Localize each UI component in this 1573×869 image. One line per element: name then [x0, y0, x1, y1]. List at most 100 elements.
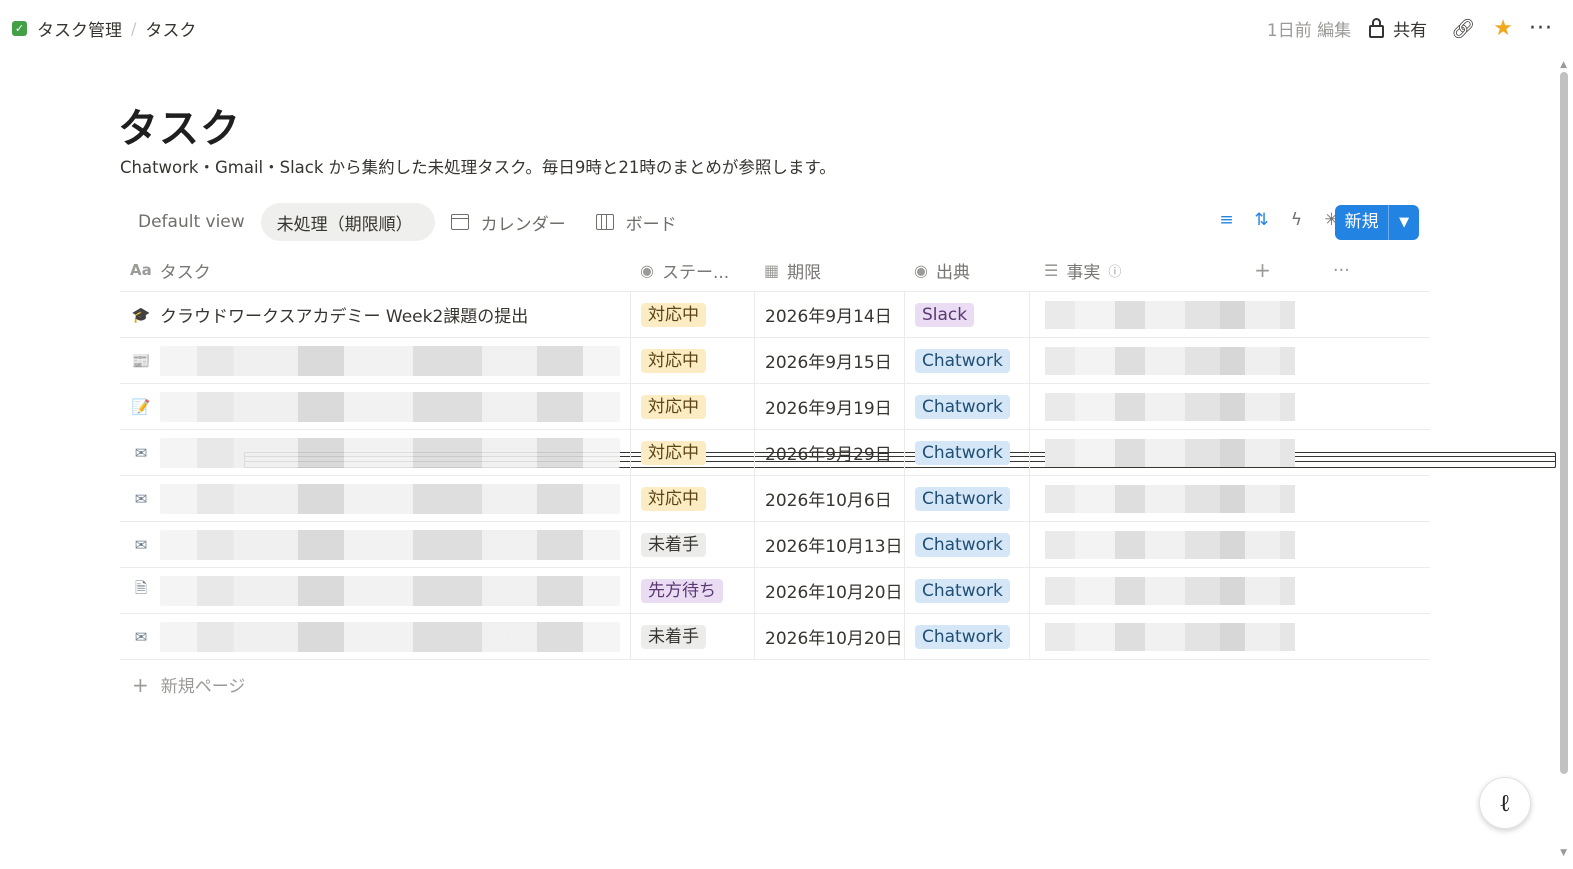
task-cell[interactable]: 🗎 [120, 568, 630, 613]
source-cell[interactable]: Chatwork [904, 384, 1029, 429]
table-row[interactable]: ✉ 未着手 2026年10月13日 Chatwork [120, 522, 1430, 568]
redacted-task-title [160, 391, 620, 422]
source-badge: Chatwork [915, 348, 1010, 373]
tab-unprocessed[interactable]: 未処理（期限順） [244, 203, 1556, 468]
tab-calendar[interactable]: カレンダー [437, 203, 580, 241]
add-new-page-button[interactable]: + 新規ページ [132, 672, 245, 698]
due-cell[interactable]: 2026年9月14日 [754, 292, 904, 337]
checkbox-icon: ✓ [12, 21, 27, 36]
source-cell[interactable]: Chatwork [904, 476, 1029, 521]
scroll-down-icon[interactable]: ▼ [1560, 848, 1567, 858]
due-cell[interactable]: 2026年10月6日 [754, 476, 904, 521]
tab-label: Default view [138, 212, 245, 232]
fact-cell[interactable] [1029, 614, 1430, 659]
scroll-up-icon[interactable]: ▲ [1560, 60, 1567, 70]
tab-default-view[interactable]: Default view [124, 203, 1556, 468]
due-date: 2026年10月20日 [765, 629, 903, 649]
column-header-task[interactable]: Aa タスク [120, 249, 630, 291]
fact-cell[interactable] [1029, 430, 1430, 475]
share-button[interactable]: 共有 [1369, 16, 1427, 41]
table-row[interactable]: ✉ 対応中 2026年10月6日 Chatwork [120, 476, 1430, 522]
source-cell[interactable]: Chatwork [904, 568, 1029, 613]
scrollbar[interactable] [1560, 72, 1568, 774]
source-cell[interactable]: Slack [904, 292, 1029, 337]
new-button-label[interactable]: 新規 [1335, 205, 1388, 240]
status-cell[interactable]: 対応中 [630, 292, 754, 337]
chevron-down-icon[interactable]: ▼ [1388, 205, 1419, 240]
task-cell[interactable]: 🎓 クラウドワークスアカデミー Week2課題の提出 [120, 292, 630, 337]
source-cell[interactable]: Chatwork [904, 614, 1029, 659]
due-cell[interactable]: 2026年10月13日 [754, 522, 904, 567]
due-cell[interactable]: 2026年9月19日 [754, 384, 904, 429]
more-icon[interactable]: ··· [1333, 260, 1350, 281]
table-row[interactable]: 📰 対応中 2026年9月15日 Chatwork [120, 338, 1430, 384]
status-cell[interactable]: 未着手 [630, 614, 754, 659]
tab-label: ボード [625, 214, 677, 235]
star-icon[interactable]: ★ [1493, 16, 1513, 41]
info-icon[interactable]: ⓘ [1108, 261, 1121, 280]
top-actions: 1日前 編集 共有 🔗︎ ★ ··· [1267, 14, 1553, 42]
column-header-fact[interactable]: ☰ 事実 ⓘ + ··· [1029, 249, 1430, 291]
fact-cell[interactable] [1029, 384, 1430, 429]
redacted-task-title [160, 621, 620, 652]
due-date: 2026年10月6日 [765, 491, 892, 511]
task-title[interactable]: クラウドワークスアカデミー Week2課題の提出 [160, 302, 528, 327]
fact-cell[interactable] [1029, 568, 1430, 613]
table-row[interactable]: ✉ 未着手 2026年10月20日 Chatwork [120, 614, 1430, 660]
column-header-source[interactable]: ◉ 出典 [904, 249, 1029, 291]
automation-icon[interactable]: ϟ [1279, 210, 1314, 230]
new-button[interactable]: 新規 ▼ [1335, 205, 1419, 240]
status-cell[interactable]: 対応中 [630, 476, 754, 521]
status-cell[interactable]: 対応中 [630, 338, 754, 383]
breadcrumb-current[interactable]: タスク [145, 16, 196, 41]
edited-timestamp: 1日前 編集 [1266, 20, 1352, 41]
sort-icon[interactable]: ⇅ [1244, 210, 1279, 230]
task-cell[interactable]: ✉ [120, 614, 630, 659]
add-property-icon[interactable]: + [1254, 258, 1271, 282]
status-cell[interactable]: 対応中 [630, 384, 754, 429]
breadcrumb: ✓ タスク管理 / タスク [12, 16, 196, 41]
source-cell[interactable]: Chatwork [904, 338, 1029, 383]
redacted-fact [1045, 576, 1295, 605]
column-header-status[interactable]: ◉ ステー... [630, 249, 754, 291]
task-cell[interactable]: ✉ [120, 476, 630, 521]
due-cell[interactable]: 2026年10月20日 [754, 614, 904, 659]
status-cell[interactable]: 未着手 [630, 522, 754, 567]
status-property-icon: ◉ [640, 260, 654, 280]
tab-board[interactable]: ボード [582, 203, 691, 241]
source-badge: Chatwork [915, 394, 1010, 419]
fact-cell[interactable] [1029, 522, 1430, 567]
source-cell[interactable]: Chatwork [904, 522, 1029, 567]
status-cell[interactable]: 先方待ち [630, 568, 754, 613]
more-options-icon[interactable]: ··· [1529, 16, 1553, 41]
page-icon: 📝 [131, 397, 151, 416]
status-cell[interactable]: 対応中 [630, 430, 754, 475]
page-title[interactable]: タスク [118, 96, 241, 154]
task-cell[interactable]: 📰 [120, 338, 630, 383]
link-icon[interactable]: 🔗︎ [1451, 17, 1475, 40]
fact-cell[interactable] [1029, 292, 1430, 337]
page-description[interactable]: Chatwork・Gmail・Slack から集約した未処理タスク。毎日9時と2… [120, 154, 836, 178]
task-cell[interactable]: 📝 [120, 384, 630, 429]
due-cell[interactable]: 2026年10月20日 [754, 568, 904, 613]
redacted-fact [1045, 484, 1295, 513]
help-button[interactable]: ℓ [1479, 777, 1531, 829]
column-header-due[interactable]: ▦ 期限 [754, 249, 904, 291]
filter-icon[interactable]: ≡ [1209, 210, 1244, 230]
plus-icon: + [132, 672, 149, 697]
table-row[interactable]: 🎓 クラウドワークスアカデミー Week2課題の提出 対応中 2026年9月14… [120, 292, 1430, 338]
due-cell[interactable]: 2026年9月29日 [754, 430, 904, 475]
table-row[interactable]: 🗎 先方待ち 2026年10月20日 Chatwork [120, 568, 1430, 614]
breadcrumb-parent[interactable]: タスク管理 [37, 16, 122, 41]
table-row[interactable]: ✉ 対応中 2026年9月29日 Chatwork [120, 430, 1430, 476]
status-badge: 対応中 [641, 302, 706, 327]
source-cell[interactable]: Chatwork [904, 430, 1029, 475]
fact-cell[interactable] [1029, 338, 1430, 383]
page-icon: 🗎 [134, 579, 148, 597]
help-icon: ℓ [1499, 788, 1511, 817]
fact-cell[interactable] [1029, 476, 1430, 521]
due-cell[interactable]: 2026年9月15日 [754, 338, 904, 383]
task-cell[interactable]: ✉ [120, 430, 630, 475]
table-row[interactable]: 📝 対応中 2026年9月19日 Chatwork [120, 384, 1430, 430]
task-cell[interactable]: ✉ [120, 522, 630, 567]
